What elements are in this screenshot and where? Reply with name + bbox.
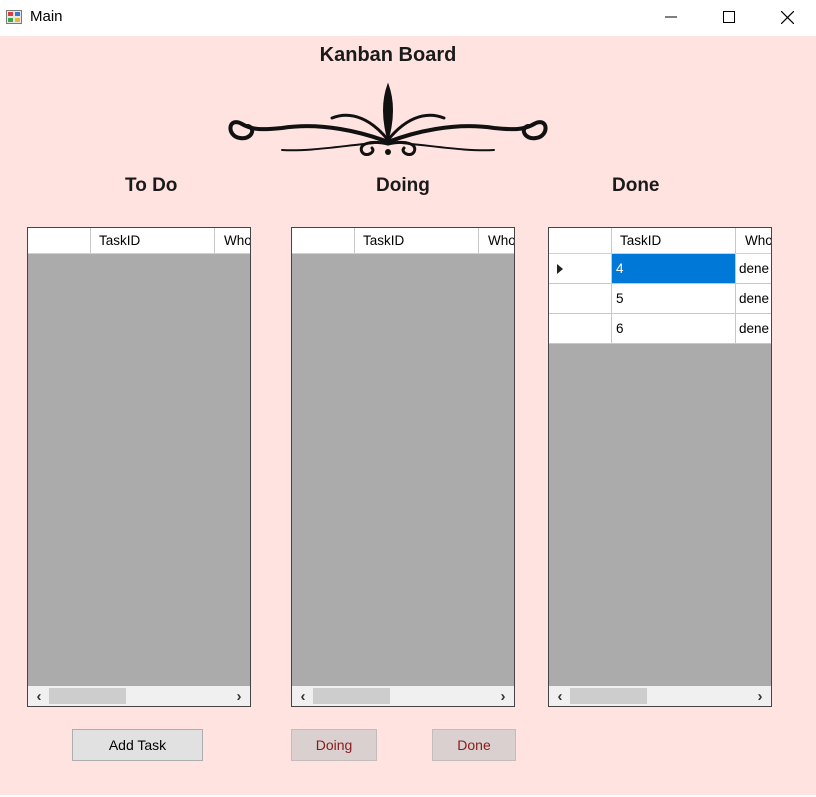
current-row-icon bbox=[557, 264, 563, 274]
column-header-who[interactable]: Who bbox=[479, 228, 514, 253]
main-window: Main Kanban Board To Do Doing Done TaskI… bbox=[0, 0, 816, 797]
window-title: Main bbox=[30, 8, 63, 25]
cell-taskid[interactable]: 6 bbox=[612, 314, 736, 344]
doing-title: Doing bbox=[376, 175, 430, 196]
scroll-left-icon[interactable]: ‹ bbox=[550, 686, 570, 706]
todo-grid[interactable]: TaskID Who ‹ › bbox=[27, 227, 251, 707]
scroll-right-icon[interactable]: › bbox=[493, 686, 513, 706]
horizontal-scrollbar[interactable]: ‹ › bbox=[28, 686, 250, 706]
cell-taskid[interactable]: 4 bbox=[612, 254, 736, 284]
minimize-button[interactable] bbox=[642, 0, 700, 34]
cell-who[interactable]: dene bbox=[736, 284, 771, 314]
add-task-button[interactable]: Add Task bbox=[72, 729, 203, 761]
cell-who[interactable]: dene bbox=[736, 314, 771, 344]
row-header[interactable] bbox=[549, 284, 612, 314]
doing-grid[interactable]: TaskID Who ‹ › bbox=[291, 227, 515, 707]
grid-rows: 4 dene 5 dene 6 dene bbox=[549, 254, 771, 344]
todo-title: To Do bbox=[125, 175, 178, 196]
scroll-thumb[interactable] bbox=[313, 688, 390, 704]
form-client-area: Kanban Board To Do Doing Done TaskID Who… bbox=[0, 36, 816, 795]
maximize-icon bbox=[723, 11, 735, 23]
app-icon bbox=[6, 10, 22, 24]
row-header-corner[interactable] bbox=[549, 228, 612, 253]
column-header-who[interactable]: Who bbox=[215, 228, 250, 253]
scroll-thumb[interactable] bbox=[570, 688, 647, 704]
ornament-flourish-icon bbox=[228, 82, 548, 156]
scroll-left-icon[interactable]: ‹ bbox=[29, 686, 49, 706]
move-to-done-button[interactable]: Done bbox=[432, 729, 516, 761]
row-header-corner[interactable] bbox=[28, 228, 91, 253]
minimize-icon bbox=[665, 16, 677, 18]
row-header[interactable] bbox=[549, 314, 612, 344]
scroll-right-icon[interactable]: › bbox=[229, 686, 249, 706]
grid-header: TaskID Who bbox=[28, 228, 250, 254]
table-row[interactable]: 4 dene bbox=[549, 254, 771, 284]
done-grid[interactable]: TaskID Who 4 dene 5 dene 6 dene ‹ › bbox=[548, 227, 772, 707]
scroll-left-icon[interactable]: ‹ bbox=[293, 686, 313, 706]
row-header[interactable] bbox=[549, 254, 612, 284]
maximize-button[interactable] bbox=[700, 0, 758, 34]
move-to-doing-button[interactable]: Doing bbox=[291, 729, 377, 761]
column-header-taskid[interactable]: TaskID bbox=[355, 228, 479, 253]
horizontal-scrollbar[interactable]: ‹ › bbox=[292, 686, 514, 706]
column-header-who[interactable]: Who bbox=[736, 228, 771, 253]
table-row[interactable]: 5 dene bbox=[549, 284, 771, 314]
grid-header: TaskID Who bbox=[549, 228, 771, 254]
scroll-right-icon[interactable]: › bbox=[750, 686, 770, 706]
horizontal-scrollbar[interactable]: ‹ › bbox=[549, 686, 771, 706]
scroll-thumb[interactable] bbox=[49, 688, 126, 704]
close-icon bbox=[780, 10, 794, 24]
table-row[interactable]: 6 dene bbox=[549, 314, 771, 344]
cell-taskid[interactable]: 5 bbox=[612, 284, 736, 314]
cell-who[interactable]: dene bbox=[736, 254, 771, 284]
grid-header: TaskID Who bbox=[292, 228, 514, 254]
close-button[interactable] bbox=[758, 0, 816, 34]
column-header-taskid[interactable]: TaskID bbox=[91, 228, 215, 253]
column-header-taskid[interactable]: TaskID bbox=[612, 228, 736, 253]
board-title: Kanban Board bbox=[319, 44, 457, 66]
done-title: Done bbox=[612, 175, 660, 196]
title-bar[interactable]: Main bbox=[0, 0, 816, 34]
row-header-corner[interactable] bbox=[292, 228, 355, 253]
